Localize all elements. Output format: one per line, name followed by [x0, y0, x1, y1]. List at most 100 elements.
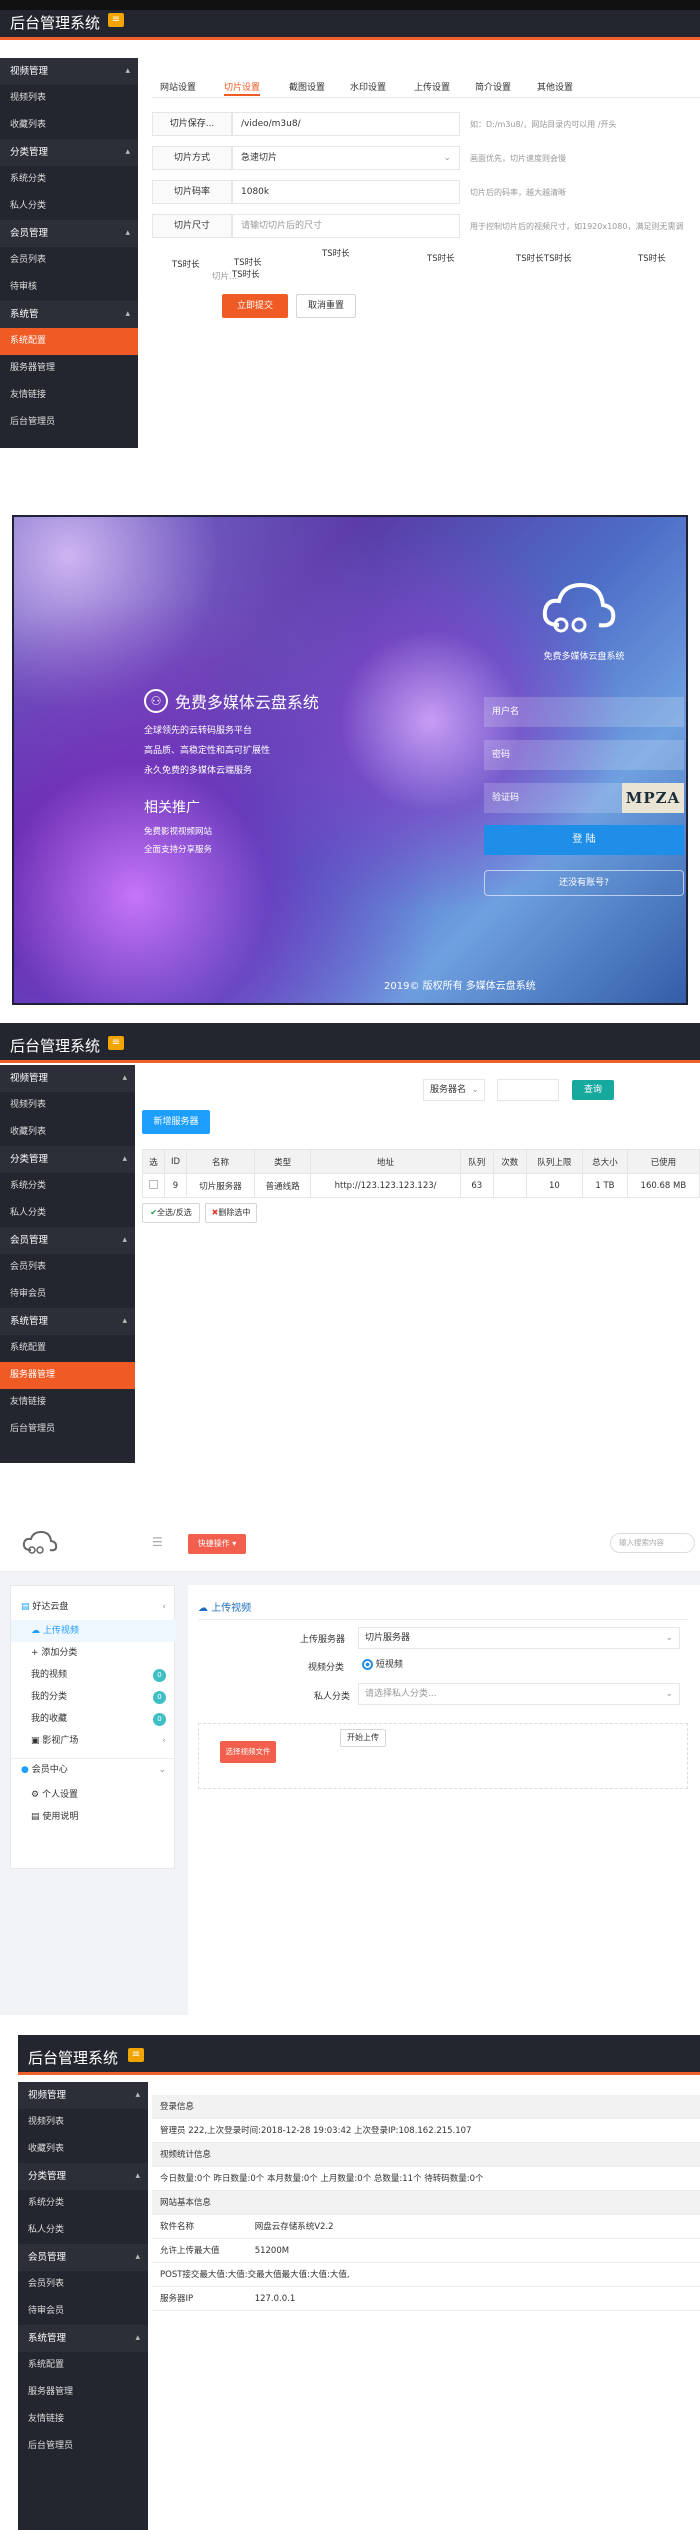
sidebar-item[interactable]: 私人分类 [18, 2217, 148, 2244]
private-category-select[interactable]: 请选择私人分类... ⌄ [358, 1683, 680, 1705]
username-input[interactable]: 用户名 [484, 697, 684, 727]
sidebar-group[interactable]: 视频管理 ▴ [0, 1065, 135, 1092]
tab-site[interactable]: 网站设置 [160, 80, 196, 93]
quick-actions-button[interactable]: 快捷操作 ▾ [188, 1534, 246, 1554]
sidebar-item-my-favorites[interactable]: 我的收藏 0 [11, 1708, 176, 1730]
captcha-image[interactable]: MPZA [622, 783, 684, 813]
slice-bitrate-input[interactable]: 1080k [232, 180, 460, 204]
private-category-label: 私人分类 [314, 1692, 351, 1702]
sidebar-group[interactable]: 系统管 ▴ [0, 301, 138, 328]
sidebar-item[interactable]: 收藏列表 [18, 2136, 148, 2163]
sidebar-item-label: 友情链接 [10, 1397, 47, 1407]
sidebar-item[interactable]: 收藏列表 [0, 1119, 135, 1146]
sidebar-group[interactable]: 分类管理 ▴ [0, 1146, 135, 1173]
sidebar-item-help[interactable]: ▤ 使用说明 [11, 1806, 176, 1828]
sidebar-item-add-category[interactable]: + 添加分类 [11, 1642, 176, 1664]
sidebar-item[interactable]: 服务器管理 [0, 1362, 135, 1389]
sidebar-item[interactable]: 私人分类 [0, 1200, 135, 1227]
add-server-button[interactable]: 新增服务器 [142, 1110, 210, 1134]
sidebar-item-label: 私人分类 [10, 1208, 47, 1218]
sidebar-group[interactable]: 会员管理 ▴ [18, 2244, 148, 2271]
tab-screenshot[interactable]: 截图设置 [289, 80, 325, 93]
sidebar-group[interactable]: 系统管理 ▴ [18, 2325, 148, 2352]
sidebar-item[interactable]: 友情链接 [18, 2406, 148, 2433]
sidebar-item-upload[interactable]: ☁ 上传视频 [11, 1620, 176, 1642]
section-cloud[interactable]: ▤ 好达云盘 ‹ [11, 1596, 176, 1618]
row-checkbox[interactable] [142, 1173, 165, 1198]
sidebar-item[interactable]: 服务器管理 [18, 2379, 148, 2406]
quick-actions-label: 快捷操作 [197, 1539, 230, 1548]
tab-other[interactable]: 其他设置 [537, 80, 573, 93]
sidebar-item[interactable]: 视频列表 [18, 2109, 148, 2136]
login-button[interactable]: 登 陆 [484, 825, 684, 855]
sidebar-item[interactable]: 服务器管理 [0, 355, 138, 382]
upload-server-select[interactable]: 切片服务器 ⌄ [358, 1627, 680, 1649]
sidebar-item[interactable]: 会员列表 [0, 1254, 135, 1281]
sidebar-item-film-square[interactable]: ▣ 影视广场 ‹ [11, 1730, 176, 1752]
sidebar-item[interactable]: 后台管理员 [18, 2433, 148, 2460]
sidebar-item-settings[interactable]: ⚙ 个人设置 [11, 1784, 176, 1806]
menu-icon[interactable]: ☰ [152, 1535, 163, 1549]
slice-size-input[interactable]: 请输切切片后的尺寸 [232, 214, 460, 238]
sidebar-group[interactable]: 分类管理 ▴ [18, 2163, 148, 2190]
sidebar-item[interactable]: 系统分类 [0, 166, 138, 193]
tab-intro[interactable]: 简介设置 [475, 80, 511, 93]
register-button[interactable]: 还没有账号? [484, 870, 684, 896]
ts-length-label: TS时长 [172, 260, 200, 270]
top-search-input[interactable]: 输入搜索内容 [610, 1533, 695, 1553]
sidebar-item[interactable]: 系统分类 [0, 1173, 135, 1200]
sidebar-item[interactable]: 系统配置 [0, 1335, 135, 1362]
sidebar-group[interactable]: 视频管理 ▴ [0, 58, 138, 85]
select-all-button[interactable]: ✔全选/反选 [142, 1203, 200, 1223]
sidebar-item-label: 系统配置 [28, 2360, 65, 2370]
sidebar-item[interactable]: 视频列表 [0, 85, 138, 112]
sidebar-item-label: 视频列表 [10, 1100, 47, 1110]
sidebar-item[interactable]: 友情链接 [0, 1389, 135, 1416]
search-input[interactable] [497, 1079, 559, 1101]
menu-icon[interactable]: ≡ [108, 13, 124, 27]
sidebar-group[interactable]: 分类管理 ▴ [0, 139, 138, 166]
menu-icon[interactable]: ≡ [128, 2048, 144, 2062]
sidebar-item[interactable]: 待审会员 [0, 1281, 135, 1308]
sidebar-item-my-videos[interactable]: 我的视频 0 [11, 1664, 176, 1686]
sidebar-item[interactable]: 会员列表 [18, 2271, 148, 2298]
sidebar-item[interactable]: 待审会员 [18, 2298, 148, 2325]
server-field-select[interactable]: 服务器名 ⌄ [423, 1079, 485, 1101]
sidebar-item[interactable]: 系统配置 [0, 328, 138, 355]
sidebar-item[interactable]: 会员列表 [0, 247, 138, 274]
sidebar-group[interactable]: 系统管理 ▴ [0, 1308, 135, 1335]
radio-icon [362, 1659, 373, 1670]
sidebar-item[interactable]: 视频列表 [0, 1092, 135, 1119]
sidebar-item[interactable]: 系统配置 [18, 2352, 148, 2379]
sidebar-item[interactable]: 后台管理员 [0, 409, 138, 436]
search-button[interactable]: 查询 [572, 1080, 614, 1100]
start-upload-button[interactable]: 开始上传 [340, 1729, 386, 1747]
sidebar-item-label: 服务器管理 [10, 1370, 56, 1380]
sidebar-item[interactable]: 友情链接 [0, 382, 138, 409]
slice-path-input[interactable]: /video/m3u8/ [232, 112, 460, 136]
tab-slice[interactable]: 切片设置 [224, 80, 261, 96]
select-file-button[interactable]: 选择视频文件 [220, 1741, 276, 1763]
sidebar-item[interactable]: 系统分类 [18, 2190, 148, 2217]
sidebar-item[interactable]: 收藏列表 [0, 112, 138, 139]
sidebar-group[interactable]: 会员管理 ▴ [0, 220, 138, 247]
sidebar-group[interactable]: 会员管理 ▴ [0, 1227, 135, 1254]
captcha-input[interactable]: 验证码 MPZA [484, 783, 684, 813]
password-input[interactable]: 密码 [484, 740, 684, 770]
tab-watermark[interactable]: 水印设置 [350, 80, 386, 93]
sidebar-item[interactable]: 待审核 [0, 274, 138, 301]
reset-button[interactable]: 取消重置 [296, 294, 356, 318]
slice-mode-select[interactable]: 急速切片 ⌄ [232, 146, 460, 170]
submit-button[interactable]: 立即提交 [222, 294, 288, 318]
delete-selected-button[interactable]: ✖删除选中 [205, 1203, 257, 1223]
cell-queue-limit: 10 [525, 1173, 584, 1198]
sidebar-item[interactable]: 后台管理员 [0, 1416, 135, 1443]
sidebar-group[interactable]: 视频管理 ▴ [18, 2082, 148, 2109]
tab-upload[interactable]: 上传设置 [414, 80, 450, 93]
doc-icon: ▤ [31, 1812, 40, 1822]
menu-icon[interactable]: ≡ [108, 1036, 124, 1050]
video-category-radio[interactable]: 短视频 [362, 1657, 403, 1670]
section-member[interactable]: ● 会员中心 ⌄ [11, 1758, 176, 1780]
sidebar-item[interactable]: 私人分类 [0, 193, 138, 220]
sidebar-item-my-categories[interactable]: 我的分类 0 [11, 1686, 176, 1708]
